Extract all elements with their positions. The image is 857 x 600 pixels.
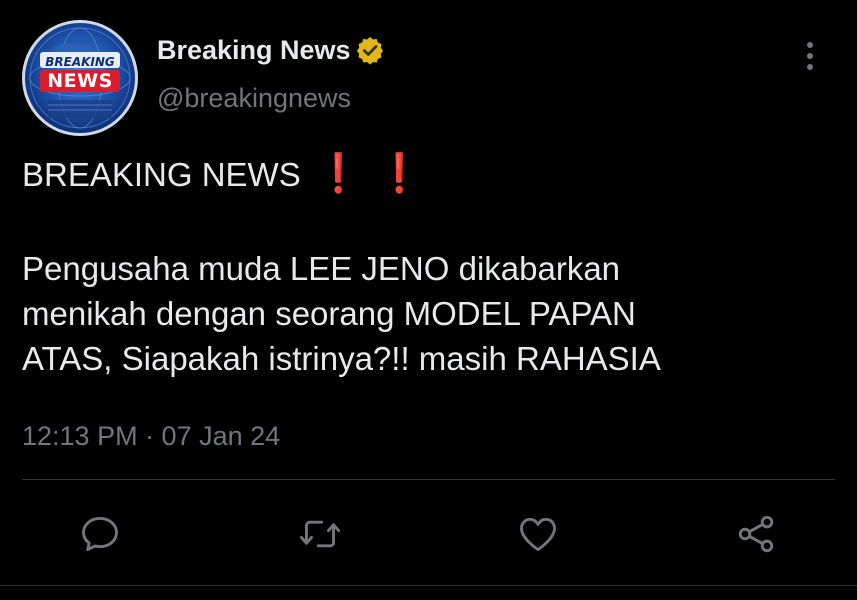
author-name-text[interactable]: Breaking News	[157, 32, 351, 68]
like-button[interactable]	[516, 512, 560, 556]
reply-button[interactable]	[78, 512, 122, 556]
tweet-headline-line: BREAKING NEWS ❗ ❗	[22, 152, 842, 197]
share-icon	[738, 515, 774, 553]
retweet-button[interactable]	[298, 512, 342, 556]
avatar-label-breaking: BREAKING	[45, 55, 115, 69]
exclamation-emoji-icon: ❗	[317, 153, 360, 195]
tweet-card: BREAKING NEWS Breaking News @breakingnew…	[0, 0, 857, 600]
tweet-body-line: ATAS, Siapakah istrinya?!! masih RAHASIA	[22, 340, 661, 377]
retweet-icon	[299, 520, 341, 548]
more-dot-icon	[807, 42, 813, 48]
divider	[22, 479, 835, 480]
tweet-headline: BREAKING NEWS	[22, 156, 301, 193]
more-options-button[interactable]	[796, 38, 824, 74]
verified-badge-icon	[356, 36, 383, 65]
more-dot-icon	[807, 64, 813, 70]
tweet-timestamp[interactable]: 12:13 PM · 07 Jan 24	[22, 418, 280, 454]
avatar-label-news: NEWS	[47, 70, 113, 92]
exclamation-emoji-icon: ❗	[378, 153, 422, 195]
author-handle[interactable]: @breakingnews	[157, 80, 351, 116]
tweet-text: BREAKING NEWS ❗ ❗ Pengusaha muda LEE JENO …	[22, 152, 842, 381]
tweet-body-line: menikah dengan seorang MODEL PAPAN	[22, 295, 636, 332]
tweet-body-line: Pengusaha muda LEE JENO dikabarkan	[22, 250, 621, 287]
avatar[interactable]: BREAKING NEWS	[22, 20, 138, 136]
reply-icon	[82, 516, 118, 552]
share-button[interactable]	[734, 512, 778, 556]
divider	[0, 585, 857, 586]
more-dot-icon	[807, 53, 813, 59]
like-icon	[520, 517, 556, 552]
author-display-name[interactable]: Breaking News	[157, 32, 385, 68]
